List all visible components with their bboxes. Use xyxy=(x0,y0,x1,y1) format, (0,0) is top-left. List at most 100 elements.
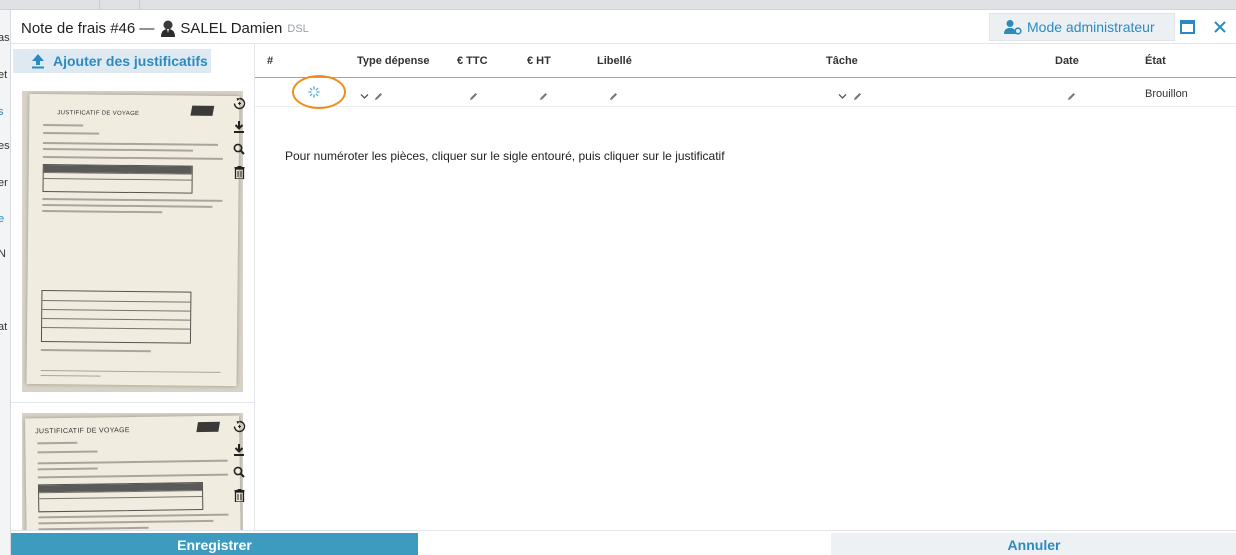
receipt-table xyxy=(40,290,192,344)
attachments-panel: Ajouter des justificatifs JUSTIFICATIF D… xyxy=(11,44,255,530)
zoom-button[interactable] xyxy=(232,140,246,158)
download-button[interactable] xyxy=(232,440,246,458)
trash-icon xyxy=(234,165,244,179)
modal-title: Note de frais #46 — SALEL Damien DSL xyxy=(21,19,309,37)
pencil-icon[interactable] xyxy=(853,88,862,106)
receipt-text-line xyxy=(42,142,219,146)
rotate-button[interactable] xyxy=(232,417,246,435)
modal-header: Note de frais #46 — SALEL Damien DSL Mod… xyxy=(11,10,1236,44)
background-sidebar-text: er xyxy=(0,177,8,189)
background-topbar xyxy=(0,0,1236,10)
receipt-text-line xyxy=(37,467,98,471)
receipt-text-line xyxy=(37,459,228,465)
rotate-icon xyxy=(233,97,245,109)
receipt-text-line xyxy=(37,450,98,454)
receipt-text-line xyxy=(40,370,221,373)
grid-header: # Type dépense € TTC € HT Libellé Tâche … xyxy=(255,44,1236,78)
column-header-task[interactable]: Tâche xyxy=(826,55,858,67)
modal-title-text: Note de frais #46 — xyxy=(21,19,155,37)
expense-grid: # Type dépense € TTC € HT Libellé Tâche … xyxy=(255,44,1236,530)
download-icon xyxy=(234,443,244,456)
receipt-text-line xyxy=(42,156,223,160)
receipt-text-line xyxy=(37,473,228,479)
background-sidebar-text: e xyxy=(0,213,5,225)
background-sidebar-text: as xyxy=(0,32,10,44)
receipt-image: JUSTIFICATIF DE VOYAGE xyxy=(25,415,241,530)
download-button[interactable] xyxy=(232,117,246,135)
add-attachments-button[interactable]: Ajouter des justificatifs xyxy=(13,49,211,73)
background-sidebar-text: es xyxy=(0,140,10,152)
thumbnail-tools xyxy=(232,94,246,186)
background-tab xyxy=(100,0,140,10)
receipt-text-line xyxy=(38,513,229,519)
admin-mode-button[interactable]: Mode administrateur xyxy=(989,13,1175,41)
receipt-heading: JUSTIFICATIF DE VOYAGE xyxy=(57,110,140,118)
column-header-date[interactable]: Date xyxy=(1055,55,1079,67)
status-cell: Brouillon xyxy=(1145,88,1188,100)
background-sidebar-text: N xyxy=(0,248,6,260)
pencil-icon[interactable] xyxy=(469,88,478,106)
receipt-text-line xyxy=(38,519,214,525)
background-sidebar-text: s xyxy=(0,106,4,118)
thumbnail-tools xyxy=(232,417,246,509)
thumbnail-divider xyxy=(11,402,254,403)
chevron-down-icon[interactable] xyxy=(360,88,369,106)
column-header-status[interactable]: État xyxy=(1145,55,1166,67)
pencil-icon[interactable] xyxy=(1067,88,1076,106)
rotate-button[interactable] xyxy=(232,94,246,112)
receipt-image: JUSTIFICATIF DE VOYAGE xyxy=(26,93,240,387)
column-header-ttc[interactable]: € TTC xyxy=(457,55,488,67)
delete-button[interactable] xyxy=(232,163,246,181)
column-header-ht[interactable]: € HT xyxy=(527,55,551,67)
sncf-logo xyxy=(190,105,215,116)
upload-icon xyxy=(32,54,44,69)
attachment-thumbnail[interactable]: JUSTIFICATIF DE VOYAGE xyxy=(22,413,243,530)
receipt-text-line xyxy=(43,124,84,127)
background-sidebar: as et s es er e N at xyxy=(0,10,10,555)
delete-button[interactable] xyxy=(232,486,246,504)
receipt-text-line xyxy=(42,198,223,202)
highlight-circle xyxy=(292,75,346,109)
column-header-number[interactable]: # xyxy=(267,55,273,67)
numbering-hint: Pour numéroter les pièces, cliquer sur l… xyxy=(285,149,725,163)
maximize-button[interactable] xyxy=(1179,18,1197,36)
column-header-type[interactable]: Type dépense xyxy=(357,55,430,67)
save-button[interactable]: Enregistrer xyxy=(11,533,418,555)
receipt-text-line xyxy=(40,375,101,377)
user-gear-icon xyxy=(1004,20,1022,35)
avatar xyxy=(160,19,176,37)
receipt-text-line xyxy=(37,441,78,445)
user-tag: DSL xyxy=(287,23,309,35)
table-row[interactable]: Brouillon xyxy=(255,79,1236,107)
background-tab xyxy=(60,0,100,10)
receipt-text-line xyxy=(40,349,151,353)
cancel-button[interactable]: Annuler xyxy=(831,533,1236,555)
expense-report-modal: Note de frais #46 — SALEL Damien DSL Mod… xyxy=(10,10,1236,555)
download-icon xyxy=(234,120,244,133)
pencil-icon[interactable] xyxy=(374,88,383,106)
admin-mode-label: Mode administrateur xyxy=(1027,19,1155,35)
add-attachments-label: Ajouter des justificatifs xyxy=(53,53,208,69)
receipt-text-line xyxy=(42,210,163,214)
pencil-icon[interactable] xyxy=(609,88,618,106)
column-header-label[interactable]: Libellé xyxy=(597,55,632,67)
modal-footer: Enregistrer Annuler xyxy=(11,530,1236,555)
receipt-table xyxy=(37,482,204,513)
chevron-down-icon[interactable] xyxy=(838,88,847,106)
receipt-text-line xyxy=(42,204,213,208)
trash-icon xyxy=(234,488,244,502)
background-sidebar-text: et xyxy=(0,69,8,81)
receipt-text-line xyxy=(42,148,193,152)
sncf-logo xyxy=(196,421,220,433)
background-sidebar-text: at xyxy=(0,321,8,333)
maximize-icon xyxy=(1180,20,1195,34)
rotate-icon xyxy=(233,420,245,432)
attachment-thumbnail[interactable]: JUSTIFICATIF DE VOYAGE xyxy=(22,91,243,392)
close-icon xyxy=(1214,21,1226,33)
zoom-icon xyxy=(233,466,245,478)
zoom-button[interactable] xyxy=(232,463,246,481)
receipt-text-line xyxy=(43,132,100,135)
user-name: SALEL Damien xyxy=(180,19,283,37)
close-button[interactable] xyxy=(1211,18,1229,36)
pencil-icon[interactable] xyxy=(539,88,548,106)
